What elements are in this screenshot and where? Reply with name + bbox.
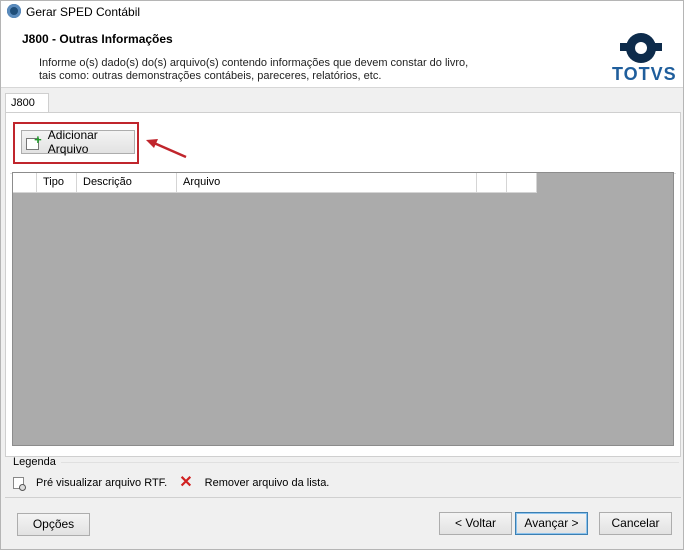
page-description: Informe o(s) dado(s) do(s) arquivo(s) co… bbox=[39, 57, 469, 82]
logo-text: TOTVS bbox=[612, 64, 677, 84]
title-bar: Gerar SPED Contábil bbox=[1, 1, 683, 23]
wizard-header: J800 - Outras Informações Informe o(s) d… bbox=[1, 23, 683, 88]
page-title: J800 - Outras Informações bbox=[22, 32, 173, 46]
legend-remove-text: Remover arquivo da lista. bbox=[204, 477, 330, 489]
files-grid[interactable]: Tipo Descrição Arquivo bbox=[12, 172, 674, 446]
legend-title: Legenda bbox=[13, 456, 56, 468]
options-button[interactable]: Opções bbox=[17, 513, 90, 536]
window-title: Gerar SPED Contábil bbox=[26, 5, 141, 19]
grid-header: Tipo Descrição Arquivo bbox=[13, 173, 537, 193]
grid-col-tipo[interactable]: Tipo bbox=[37, 173, 77, 192]
wizard-window: Gerar SPED Contábil J800 - Outras Inform… bbox=[0, 0, 684, 550]
tab-j800[interactable]: J800 bbox=[5, 93, 49, 113]
remove-x-icon: ✕ bbox=[179, 474, 193, 491]
next-button[interactable]: Avançar > bbox=[515, 512, 588, 535]
grid-col-remove[interactable] bbox=[507, 173, 537, 192]
grid-col-preview[interactable] bbox=[477, 173, 507, 192]
legend-row: Pré visualizar arquivo RTF. ✕ Remover ar… bbox=[13, 475, 329, 491]
cancel-button[interactable]: Cancelar bbox=[599, 512, 672, 535]
add-file-button[interactable]: + Adicionar Arquivo bbox=[21, 128, 135, 156]
legend-divider bbox=[61, 462, 679, 463]
back-button[interactable]: < Voltar bbox=[439, 512, 512, 535]
pointer-arrow-icon bbox=[146, 139, 187, 159]
totvs-logo: TOTVS bbox=[612, 31, 677, 84]
footer-divider bbox=[5, 497, 681, 498]
grid-col-descricao[interactable]: Descrição bbox=[77, 173, 177, 192]
preview-rtf-icon bbox=[13, 477, 26, 491]
legend-preview-text: Pré visualizar arquivo RTF. bbox=[36, 477, 168, 489]
add-file-label: Adicionar Arquivo bbox=[47, 128, 98, 156]
add-file-icon: + bbox=[26, 133, 42, 150]
grid-col-arquivo[interactable]: Arquivo bbox=[177, 173, 477, 192]
grid-col-select[interactable] bbox=[13, 173, 37, 192]
logo-mark-icon bbox=[626, 33, 656, 63]
app-icon bbox=[7, 4, 21, 18]
highlight-box: + Adicionar Arquivo bbox=[13, 122, 139, 164]
tab-panel: + Adicionar Arquivo Tipo Descrição Arqui… bbox=[5, 112, 681, 457]
